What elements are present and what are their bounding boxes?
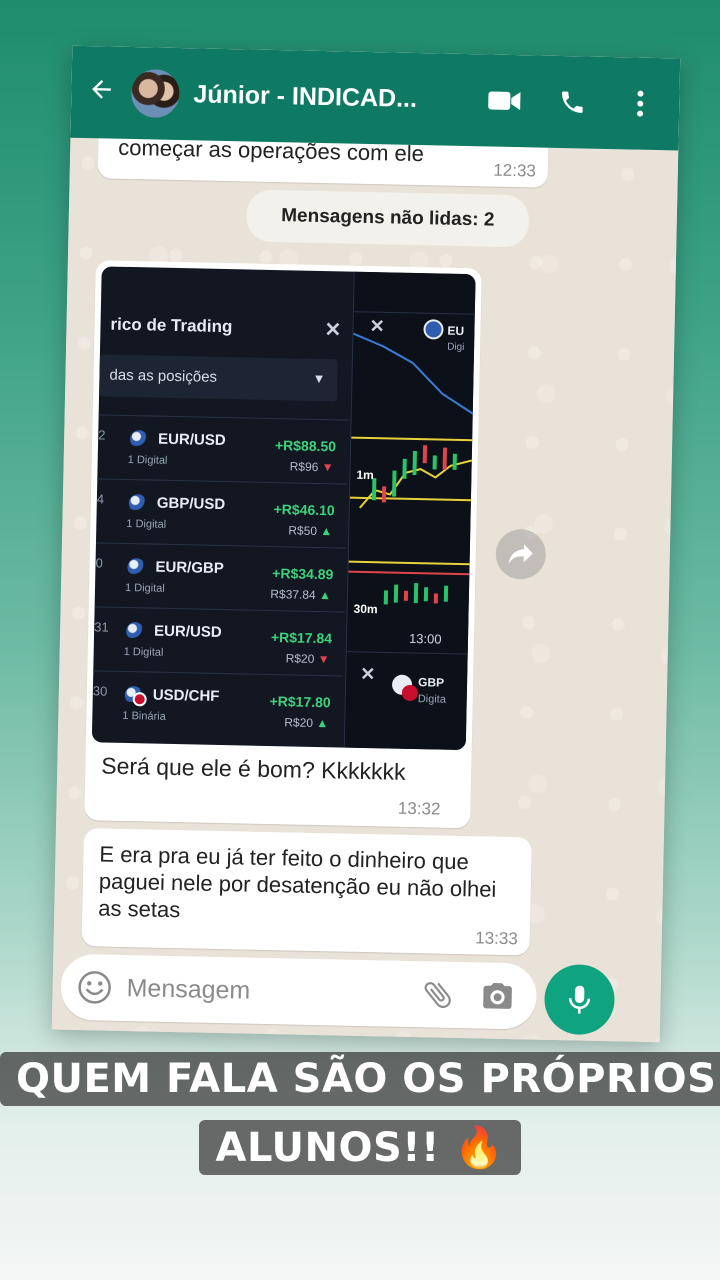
close-icon: ✕ [324,319,342,342]
trade-index: 0 [95,555,103,571]
bottom-asset-label: GBP [417,675,445,690]
trade-type: 1 Digital [123,645,164,659]
trade-stake: R$37.84 ▲ [270,587,332,603]
chart-time-label: 13:00 [408,630,442,647]
trade-profit: +R$17.80 [269,693,331,711]
trade-pair: EUR/GBP [155,558,224,578]
up-arrow-icon: ▲ [316,716,329,731]
top-asset-label: EU [447,323,465,339]
trade-index: 31 [94,619,109,635]
trade-type: 1 Binária [122,709,166,723]
positions-filter: das as posições ▼ [99,354,338,402]
video-call-icon[interactable] [487,83,522,118]
trade-stake: R$96 ▼ [289,459,334,475]
top-asset-type: Digi [447,341,465,354]
trade-row: 31 EUR/USD 1 Digital +R$17.84 R$20 ▼ [93,606,345,674]
trade-stake: R$50 ▲ [288,523,333,539]
trade-pair: USD/CHF [152,686,220,705]
trade-index: 2 [98,427,106,443]
bottom-asset-type: Digita [417,693,447,706]
contact-avatar[interactable] [128,66,182,121]
trade-row: 4 GBP/USD 1 Digital +R$46.10 R$50 ▲ [96,478,348,546]
candles-lower [383,583,449,605]
timeframe-30m-label: 30m [353,601,378,617]
message-input[interactable] [126,973,387,1009]
trading-screenshot-image[interactable]: rico de Trading ✕ das as posições ▼ 2 EU… [91,266,476,751]
candles [371,445,457,503]
trading-panel-title: rico de Trading [110,314,233,337]
close-icon: ✕ [369,316,385,337]
contact-name[interactable]: Júnior - INDICAD... [193,80,444,114]
previous-message-time: 12:33 [493,160,537,181]
story-caption-line-1: QUEM FALA SÃO OS PRÓPRIOS [0,1052,720,1106]
unread-messages-label: Mensagens não lidas: 2 [246,189,530,248]
more-options-icon[interactable] [623,86,658,121]
chat-header: Júnior - INDICAD... [70,45,681,151]
trade-stake: R$20 ▲ [284,715,329,731]
text-message-bubble[interactable]: E era pra eu já ter feito o dinheiro que… [81,828,532,956]
trade-row: 2 EUR/USD 1 Digital +R$88.50 R$96 ▼ [97,414,349,482]
trade-row: 0 EUR/GBP 1 Digital +R$34.89 R$37.84 ▲ [94,542,346,610]
trade-type: 1 Digital [126,517,167,531]
trade-profit: +R$17.84 [270,629,333,647]
trade-pair: GBP/USD [156,494,226,514]
trade-stake: R$20 ▼ [285,651,330,667]
trade-profit: +R$34.89 [272,565,334,583]
close-icon: ✕ [360,663,376,685]
back-arrow-icon[interactable] [87,75,124,110]
microphone-icon [568,985,591,1014]
chevron-down-icon: ▼ [312,370,326,387]
emoji-icon[interactable] [76,969,113,1006]
positions-filter-label: das as posições [109,366,218,386]
trading-history-panel: rico de Trading ✕ das as posições ▼ 2 EU… [91,266,352,747]
whatsapp-chat-screenshot: Júnior - INDICAD... começar as operações… [51,45,681,1043]
trade-type: 1 Digital [124,581,165,595]
trade-pair: EUR/USD [157,430,226,450]
currency-flag-icon [128,494,147,513]
currency-flag-icon [127,558,146,577]
trade-index: 30 [92,683,108,699]
image-message-time: 13:32 [397,798,441,819]
camera-icon[interactable] [480,979,515,1014]
image-caption: Será que ele é bom? Kkkkkkk [101,752,406,785]
story-caption-line-2: ALUNOS!! 🔥 [0,1120,720,1175]
up-arrow-icon: ▲ [320,524,333,539]
attachment-icon[interactable] [420,977,455,1012]
trade-type: 1 Digital [127,453,168,467]
down-arrow-icon: ▼ [321,460,334,475]
trade-profit: +R$46.10 [273,501,335,519]
trade-index: 4 [96,491,105,507]
trading-chart-panel: ✕ EU Digi 1m 30m 13:00 ✕ GBP Digita [343,271,476,751]
swiss-flag-icon [132,692,147,707]
currency-flag-icon [125,621,145,641]
down-arrow-icon: ▼ [317,652,330,667]
message-time: 13:33 [475,928,518,949]
message-composer [59,953,538,1030]
up-arrow-icon: ▲ [318,588,332,603]
trade-profit: +R$88.50 [274,437,337,455]
trade-row: 30 USD/CHF 1 Binária +R$17.80 R$20 ▲ [91,670,344,738]
timeframe-1m-label: 1m [356,467,374,483]
trade-pair: EUR/USD [153,622,222,641]
currency-flag-icon [129,430,149,449]
message-text: E era pra eu já ter feito o dinheiro que… [98,841,497,923]
voice-call-icon[interactable] [555,85,590,120]
image-message-bubble[interactable]: rico de Trading ✕ das as posições ▼ 2 EU… [84,260,482,829]
